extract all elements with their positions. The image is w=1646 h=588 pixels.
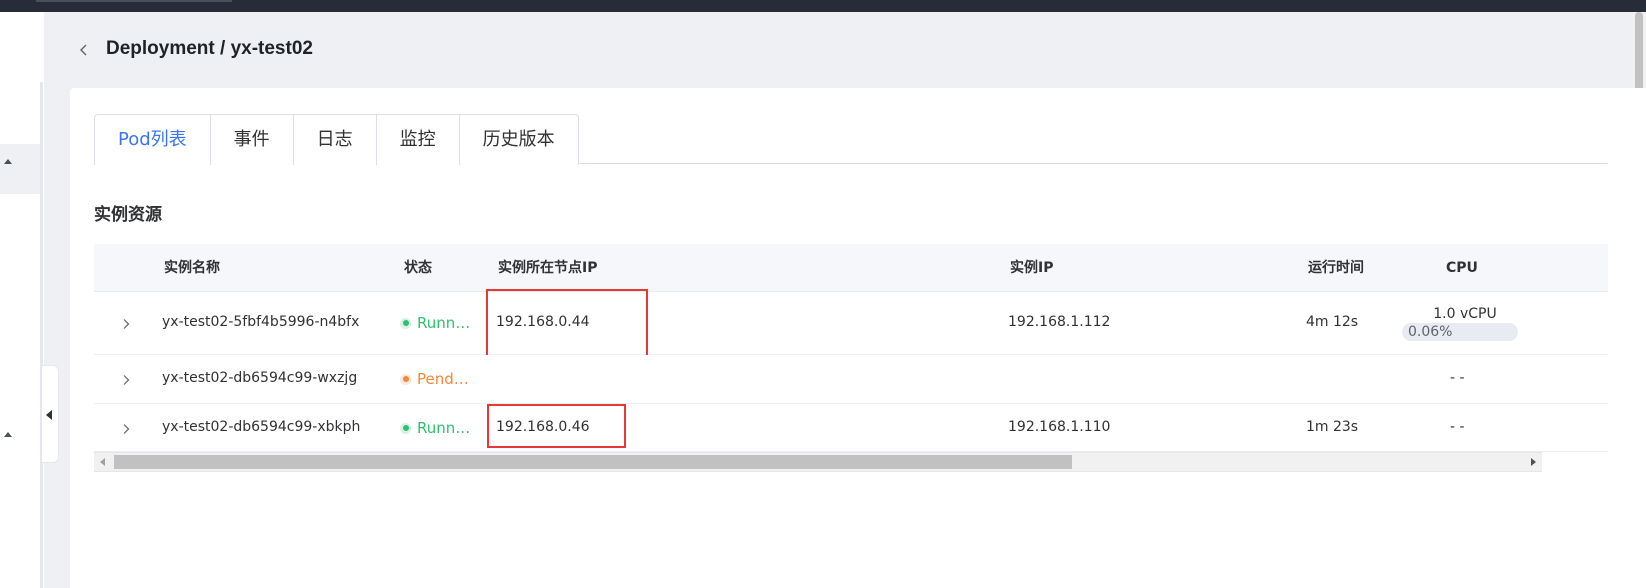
uptime: 4m 12s	[1306, 314, 1359, 330]
sidebar-divider	[40, 82, 43, 588]
tab-1[interactable]: 事件	[209, 115, 293, 165]
highlight-box	[486, 289, 648, 361]
table-header: 实例名称 状态 实例所在节点IP 实例IP 运行时间 CPU	[94, 244, 1608, 292]
table-row[interactable]: yx-test02-5fbf4b5996-n4bfx Runni... 192.…	[94, 289, 1608, 361]
tab-group: Pod列表 事件 日志 监控 历史版本	[94, 114, 579, 166]
table-row[interactable]: yx-test02-db6594c99-xbkph Runni... 192.1…	[94, 404, 1608, 452]
cpu-usage: 1.0 vCPU 0.06%	[1402, 306, 1518, 341]
tab-4[interactable]: 历史版本	[458, 115, 578, 165]
caret-up-icon	[4, 159, 12, 164]
chevron-right-icon[interactable]	[120, 423, 132, 435]
table-horizontal-scrollbar[interactable]	[94, 452, 1542, 472]
pod-name[interactable]: yx-test02-db6594c99-xbkph	[162, 419, 360, 435]
caret-left-icon	[46, 410, 52, 420]
sidebar-active-item[interactable]	[0, 144, 40, 194]
pod-name[interactable]: yx-test02-db6594c99-wxzjg	[162, 370, 357, 386]
highlight-box	[487, 404, 626, 448]
section-title: 实例资源	[94, 205, 162, 225]
status-label: Runni...	[417, 314, 471, 332]
chevron-left-icon[interactable]	[76, 42, 92, 58]
caret-up-icon[interactable]	[4, 432, 12, 437]
page-header: Deployment / yx-test02	[44, 12, 1646, 88]
status-label: Runni...	[417, 419, 471, 437]
status-label: Pendi...	[417, 370, 471, 388]
column-header-cpu[interactable]: CPU	[1446, 244, 1478, 292]
pod-name[interactable]: yx-test02-5fbf4b5996-n4bfx	[162, 314, 359, 330]
tab-bar: Pod列表 事件 日志 监控 历史版本	[94, 114, 1608, 166]
content-card: Pod列表 事件 日志 监控 历史版本 实例资源 实例名称 状态 实例所在节点IP 实例…	[70, 88, 1646, 588]
scroll-left-arrow-icon[interactable]	[100, 458, 105, 466]
status-dot-icon	[400, 317, 411, 329]
column-header-status[interactable]: 状态	[404, 244, 432, 292]
tab-0[interactable]: Pod列表	[95, 115, 210, 166]
column-header-name[interactable]: 实例名称	[164, 244, 220, 292]
uptime: 1m 23s	[1306, 419, 1359, 435]
horizontal-scrollbar-thumb[interactable]	[114, 455, 1072, 469]
column-header-pod-ip[interactable]: 实例IP	[1010, 244, 1053, 292]
top-navigation-bar	[0, 0, 1646, 12]
cpu-usage-percent: 0.06%	[1408, 324, 1453, 340]
pod-table: 实例名称 状态 实例所在节点IP 实例IP 运行时间 CPU yx-test02…	[94, 244, 1608, 488]
status-dot-icon	[400, 422, 411, 434]
pod-ip: 192.168.1.110	[1008, 419, 1111, 435]
tab-3[interactable]: 监控	[375, 115, 459, 165]
column-header-uptime[interactable]: 运行时间	[1308, 244, 1364, 292]
cpu-placeholder: - -	[1450, 370, 1465, 386]
status-dot-icon	[400, 373, 411, 385]
status-badge: Runni...	[400, 419, 471, 437]
chevron-right-icon[interactable]	[120, 374, 132, 386]
pod-ip: 192.168.1.112	[1008, 314, 1111, 330]
status-badge: Runni...	[400, 314, 471, 332]
left-sidebar	[0, 12, 44, 588]
sidebar-collapse-button[interactable]	[42, 365, 59, 463]
topbar-active-tab[interactable]	[36, 0, 232, 2]
scroll-right-arrow-icon[interactable]	[1531, 458, 1536, 466]
table-row[interactable]: yx-test02-db6594c99-wxzjg Pendi... - -	[94, 355, 1608, 404]
status-badge: Pendi...	[400, 370, 471, 388]
cpu-value: 1.0 vCPU	[1433, 306, 1497, 322]
column-header-node-ip[interactable]: 实例所在节点IP	[498, 244, 597, 292]
chevron-right-icon[interactable]	[120, 318, 132, 330]
cpu-placeholder: - -	[1450, 419, 1465, 435]
cpu-usage-bar: 0.06%	[1402, 323, 1518, 341]
tab-2[interactable]: 日志	[292, 115, 376, 165]
page-title: Deployment / yx-test02	[106, 38, 313, 59]
